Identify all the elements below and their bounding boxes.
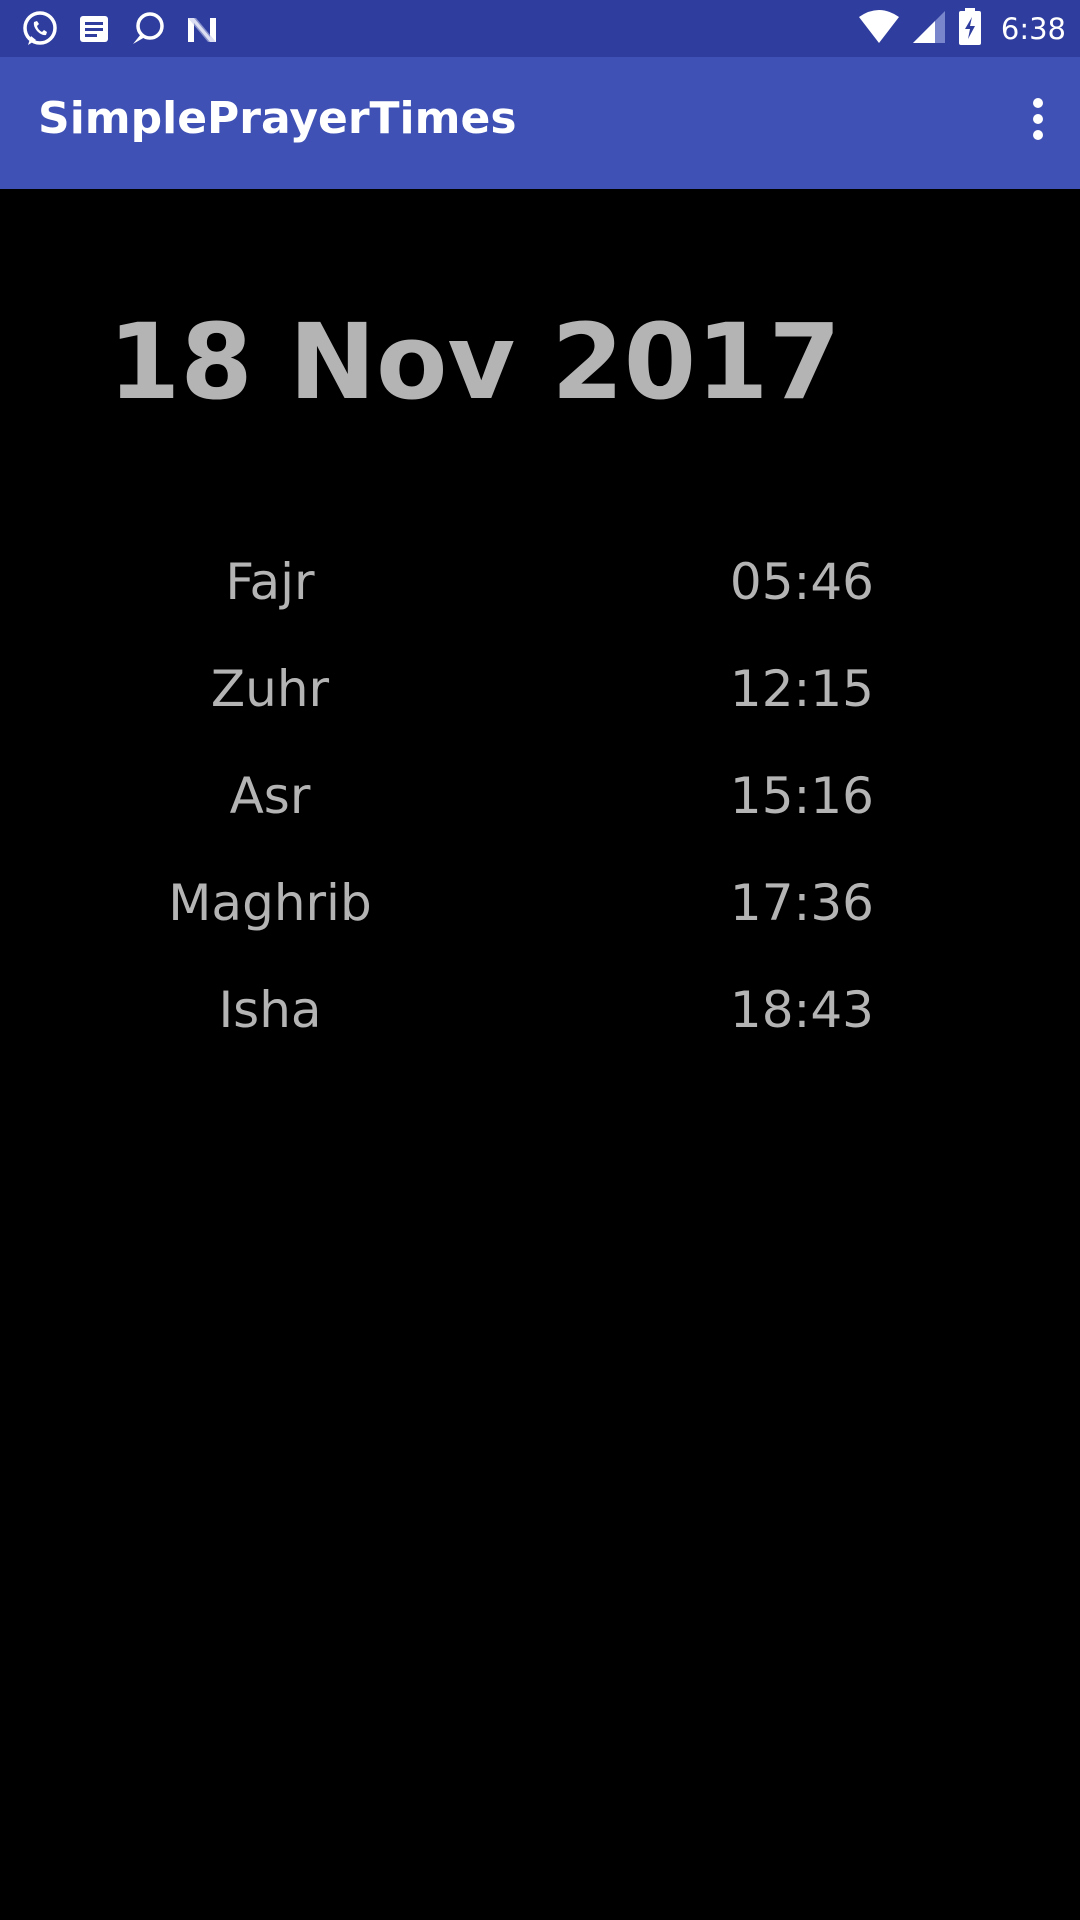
prayer-row-isha: Isha 18:43 bbox=[0, 978, 1080, 1085]
prayer-time: 18:43 bbox=[729, 981, 874, 1039]
chat-bubble-icon bbox=[128, 9, 168, 49]
prayer-time: 12:15 bbox=[729, 660, 874, 718]
app-bar: SimplePrayerTimes bbox=[0, 57, 1080, 189]
prayer-name: Fajr bbox=[225, 553, 315, 611]
status-bar: 6:38 bbox=[0, 0, 1080, 57]
menu-dot bbox=[1033, 130, 1043, 140]
prayer-time: 05:46 bbox=[729, 553, 874, 611]
prayer-name: Maghrib bbox=[168, 874, 372, 932]
prayer-row-fajr: Fajr 05:46 bbox=[0, 550, 1080, 657]
prayer-row-maghrib: Maghrib 17:36 bbox=[0, 871, 1080, 978]
prayer-times-list: Fajr 05:46 Zuhr 12:15 Asr 15:16 Maghrib … bbox=[0, 550, 1080, 1085]
date-heading: 18 Nov 2017 bbox=[108, 301, 841, 423]
status-time: 6:38 bbox=[1000, 12, 1066, 46]
app-title: SimplePrayerTimes bbox=[38, 93, 517, 144]
overflow-menu-icon[interactable] bbox=[1010, 83, 1066, 155]
menu-dot bbox=[1033, 98, 1043, 108]
prayer-name: Isha bbox=[218, 981, 322, 1039]
system-status-icons: 6:38 bbox=[857, 8, 1066, 50]
menu-dot bbox=[1033, 114, 1043, 124]
prayer-row-asr: Asr 15:16 bbox=[0, 764, 1080, 871]
prayer-time: 17:36 bbox=[729, 874, 874, 932]
notification-icons bbox=[20, 9, 236, 49]
cell-signal-icon bbox=[911, 9, 947, 49]
prayer-name: Zuhr bbox=[210, 660, 330, 718]
prayer-time: 15:16 bbox=[729, 767, 874, 825]
wifi-icon bbox=[857, 9, 901, 49]
n-logo-icon bbox=[182, 9, 222, 49]
message-icon bbox=[74, 9, 114, 49]
prayer-row-zuhr: Zuhr 12:15 bbox=[0, 657, 1080, 764]
prayer-name: Asr bbox=[229, 767, 311, 825]
whatsapp-icon bbox=[20, 9, 60, 49]
battery-charging-icon bbox=[957, 7, 983, 51]
